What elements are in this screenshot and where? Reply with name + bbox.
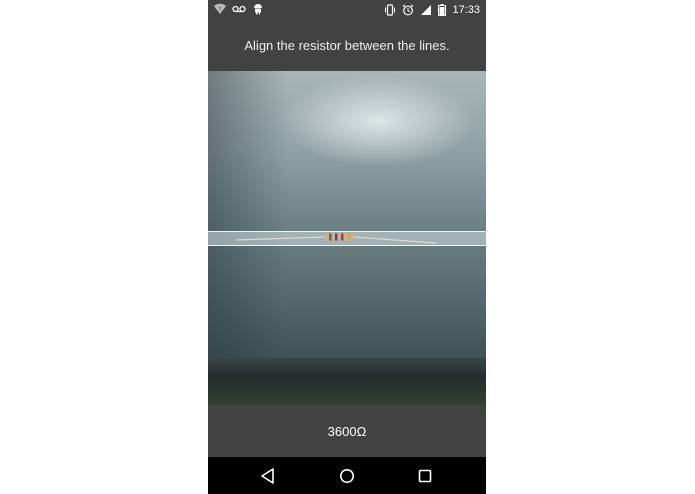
phone-screen: ? 17:33 Align the resistor between the l… [208, 0, 486, 494]
resistor-image [236, 233, 437, 244]
navigation-bar [208, 457, 486, 494]
back-icon[interactable] [258, 466, 278, 486]
voicemail-icon [232, 5, 246, 13]
resistor-band [341, 233, 344, 241]
resistance-value: 3600Ω [327, 423, 367, 439]
status-bar: ? 17:33 [208, 0, 486, 20]
instruction-banner: Align the resistor between the lines. [208, 20, 486, 71]
alarm-icon [403, 4, 414, 16]
home-icon[interactable] [337, 466, 357, 486]
result-bar: 3600Ω [208, 405, 486, 457]
resistor-band [348, 233, 351, 241]
status-right-icons: 17:33 [384, 3, 480, 17]
recents-icon[interactable] [415, 466, 435, 486]
resistor-band [329, 233, 332, 241]
resistor-band [335, 233, 338, 241]
wifi-question-icon: ? [214, 3, 226, 14]
instruction-text: Align the resistor between the lines. [244, 38, 450, 53]
battery-icon [438, 4, 447, 16]
android-icon [254, 4, 262, 15]
vibrate-icon [385, 4, 396, 16]
signal-icon [421, 5, 432, 15]
camera-preview[interactable] [208, 71, 486, 405]
camera-table-edge [208, 358, 486, 405]
status-left-icons: ? [214, 3, 264, 15]
status-time: 17:33 [452, 4, 480, 16]
